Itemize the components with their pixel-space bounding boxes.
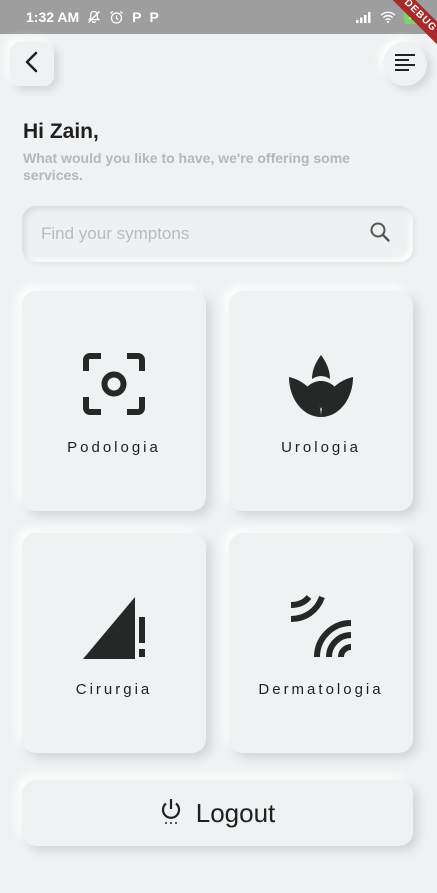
power-icon — [160, 797, 182, 830]
logout-button[interactable]: Logout — [22, 780, 413, 846]
p-icon: P — [149, 9, 159, 25]
signal-icon — [355, 11, 372, 23]
waves-icon — [229, 595, 413, 659]
search-icon[interactable] — [369, 221, 391, 248]
alarm-icon — [109, 10, 124, 25]
service-card-cirurgia[interactable]: Cirurgia — [22, 533, 206, 753]
search-input[interactable] — [41, 224, 369, 244]
menu-lines-icon — [394, 52, 416, 77]
service-label: Cirurgia — [75, 681, 153, 698]
status-left: 1:32 AM P P — [26, 9, 159, 25]
service-label: Dermatologia — [258, 681, 384, 698]
service-label: Podologia — [67, 439, 161, 456]
menu-button[interactable] — [383, 42, 427, 86]
search-box[interactable] — [22, 206, 413, 262]
lotus-icon — [229, 353, 413, 419]
chevron-left-icon — [22, 50, 42, 79]
greeting-title: Hi Zain, — [23, 120, 99, 143]
signal-alert-icon — [22, 595, 206, 661]
logout-label: Logout — [195, 797, 276, 828]
service-card-podologia[interactable]: Podologia — [22, 291, 206, 511]
status-bar: 1:32 AM P P 75 — [0, 0, 437, 34]
p-icon: P — [132, 9, 142, 25]
service-card-dermatologia[interactable]: Dermatologia — [229, 533, 413, 753]
greeting-subtitle: What would you like to have, we're offer… — [23, 150, 350, 183]
status-time: 1:32 AM — [26, 9, 80, 25]
service-label: Urologia — [281, 439, 361, 456]
service-card-urologia[interactable]: Urologia — [229, 291, 413, 511]
bell-off-icon — [87, 10, 101, 24]
wifi-icon — [380, 11, 396, 23]
back-button[interactable] — [10, 42, 54, 86]
focus-frame-icon — [22, 353, 206, 415]
